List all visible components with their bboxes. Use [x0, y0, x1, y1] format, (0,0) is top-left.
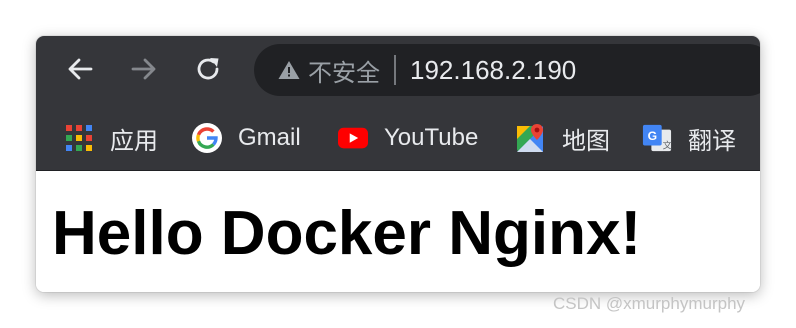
reload-icon: [197, 58, 219, 80]
arrow-left-icon: [68, 58, 93, 80]
bookmark-youtube[interactable]: YouTube: [338, 120, 478, 156]
bookmark-label: 翻译: [688, 126, 736, 155]
page-heading: Hello Docker Nginx!: [52, 199, 642, 268]
arrow-right-icon: [131, 58, 156, 80]
page-content: Hello Docker Nginx!: [36, 171, 760, 292]
svg-text:文: 文: [663, 139, 672, 151]
security-label[interactable]: 不安全: [308, 53, 380, 88]
forward-button[interactable]: [126, 51, 162, 87]
google-g-icon: [192, 123, 222, 153]
watermark-text: CSDN @xmurphymurphy: [553, 294, 746, 313]
bookmark-apps[interactable]: 应用: [64, 120, 158, 156]
bookmark-label: YouTube: [384, 124, 479, 151]
url-text[interactable]: 192.168.2.190: [410, 55, 576, 86]
browser-toolbar: 不安全 192.168.2.190: [36, 36, 760, 106]
bookmarks-bar: 应用 Gmail YouTube 地图 G 文 翻译: [36, 106, 760, 171]
browser-window: 不安全 192.168.2.190 应用 Gmail YouTube 地图 G …: [36, 36, 760, 292]
bookmark-label: Gmail: [238, 124, 301, 151]
bookmark-maps[interactable]: 地图: [516, 120, 610, 156]
apps-grid-icon: [64, 123, 94, 153]
youtube-icon: [338, 123, 368, 153]
screenshot-stage: 不安全 192.168.2.190 应用 Gmail YouTube 地图 G …: [0, 0, 796, 328]
bookmark-label: 地图: [562, 126, 610, 155]
maps-icon: [516, 123, 546, 153]
address-bar[interactable]: 不安全 192.168.2.190: [254, 44, 760, 96]
bookmark-gmail[interactable]: Gmail: [192, 120, 301, 156]
bookmark-label: 应用: [110, 126, 158, 155]
bookmark-translate[interactable]: G 文 翻译: [642, 120, 736, 156]
back-button[interactable]: [62, 51, 98, 87]
svg-text:G: G: [648, 129, 657, 143]
address-divider: [394, 55, 396, 85]
translate-icon: G 文: [642, 123, 672, 153]
reload-button[interactable]: [190, 51, 226, 87]
warning-triangle-icon[interactable]: [278, 59, 300, 81]
